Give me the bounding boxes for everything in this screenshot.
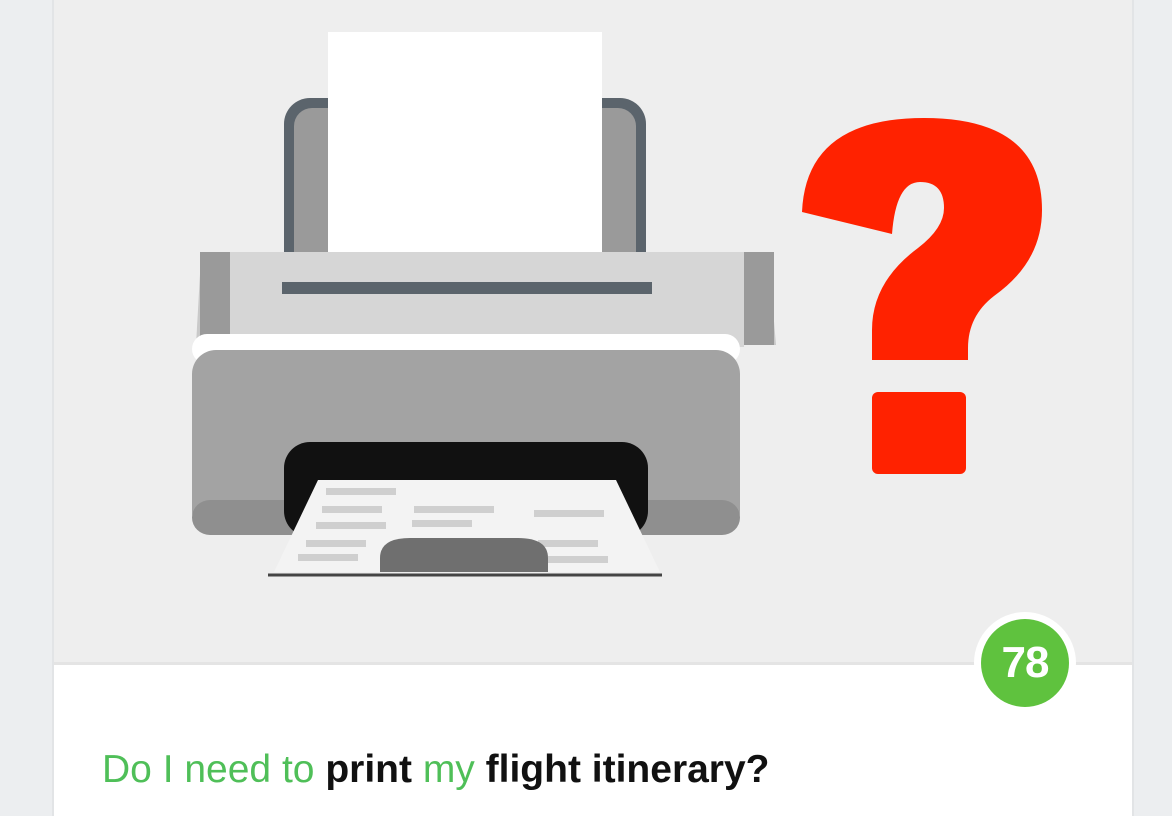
paper-line <box>322 506 382 513</box>
printer-top-right-edge <box>744 252 774 345</box>
article-card[interactable]: 78 Do I need to print my flight itinerar… <box>52 0 1134 816</box>
paper-sheet <box>328 32 602 282</box>
article-image[interactable] <box>54 0 1132 665</box>
title-highlight: my <box>422 748 486 791</box>
paper-line <box>548 556 608 563</box>
page: 78 Do I need to print my flight itinerar… <box>0 0 1172 816</box>
paper-line <box>306 540 366 547</box>
score-value: 78 <box>981 619 1069 707</box>
title-keyword: print <box>325 748 423 791</box>
article-title[interactable]: Do I need to print my flight itinerary? <box>102 748 770 792</box>
paper-line <box>414 506 494 513</box>
paper-grip <box>380 538 548 572</box>
title-highlight: Do I need to <box>102 748 326 791</box>
printer-slot <box>282 282 652 294</box>
paper-line <box>326 488 396 495</box>
title-keyword: flight itinerary? <box>485 748 770 791</box>
paper-line <box>316 522 386 529</box>
paper-line <box>534 510 604 517</box>
paper-line <box>538 540 598 547</box>
printer-top-left-edge <box>200 252 230 345</box>
score-badge: 78 <box>974 612 1076 714</box>
printer-top-surface <box>230 252 744 347</box>
question-mark-icon <box>802 118 1042 474</box>
paper-line <box>412 520 472 527</box>
paper-line <box>298 554 358 561</box>
printer-icon <box>192 32 1042 577</box>
